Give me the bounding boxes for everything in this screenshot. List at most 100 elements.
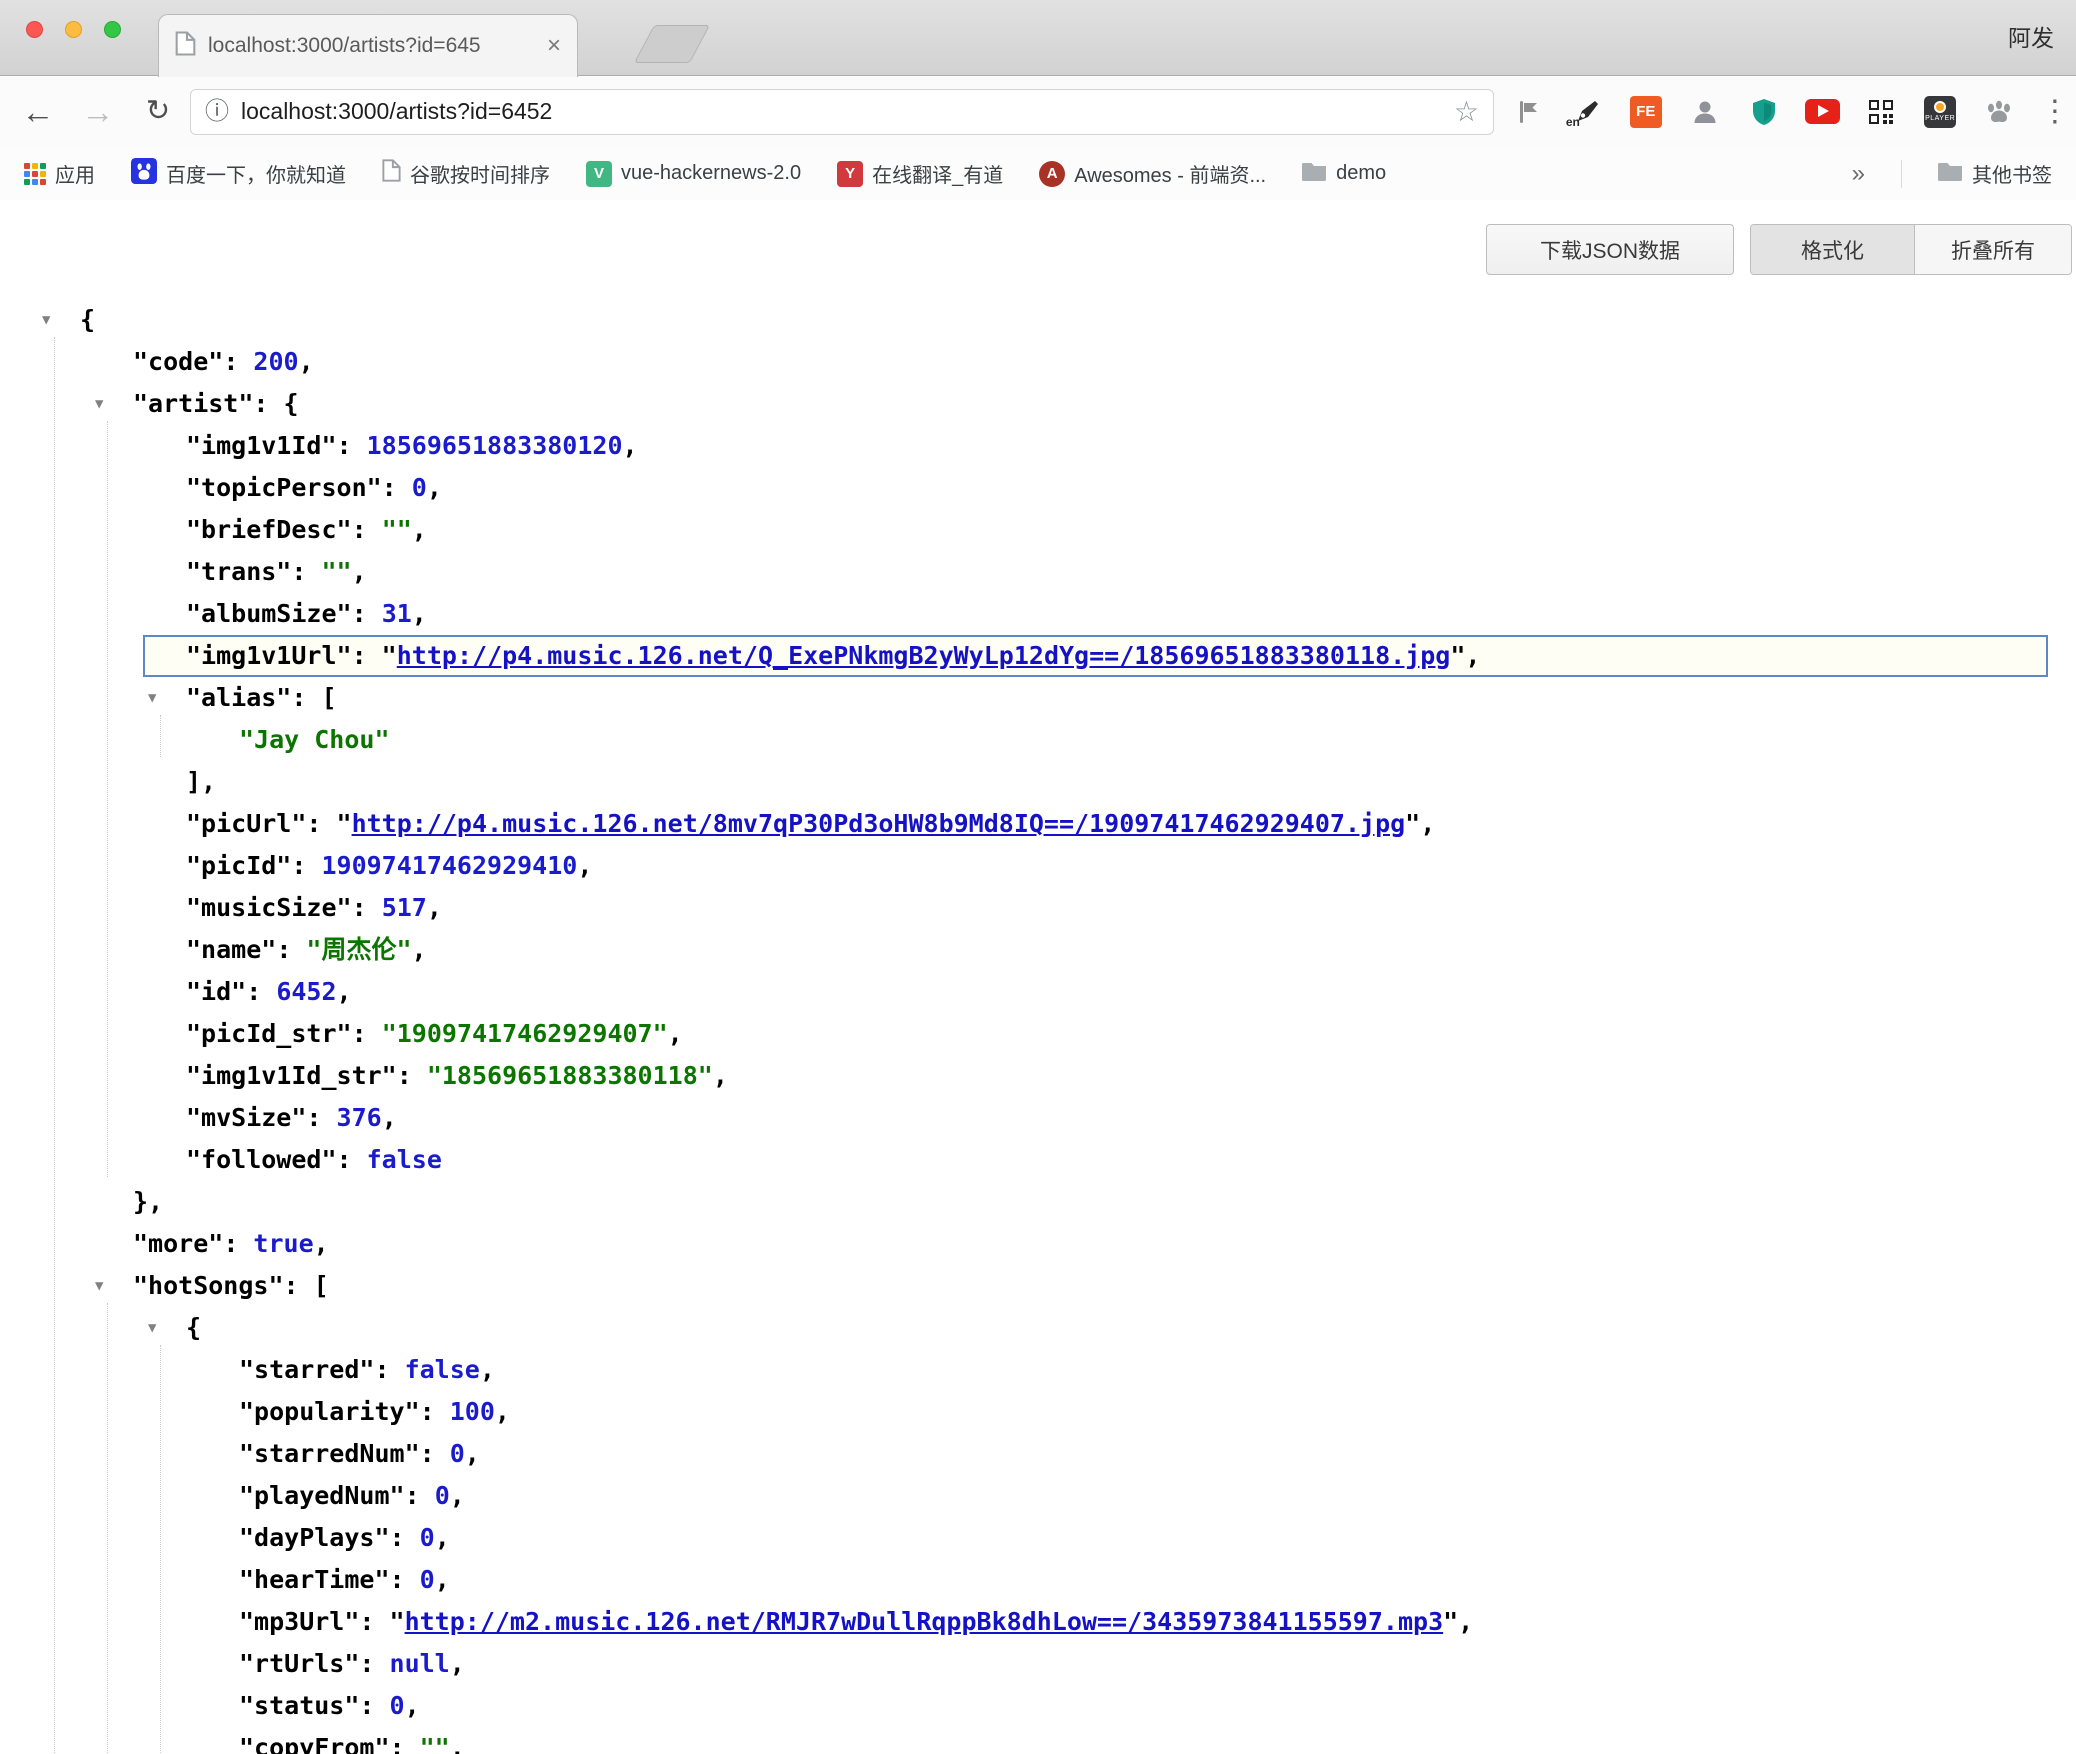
fe-extension-icon[interactable]: FE: [1628, 94, 1664, 130]
browser-tab[interactable]: localhost:3000/artists?id=645 ×: [158, 14, 578, 77]
json-token: :: [223, 1229, 253, 1258]
json-key: "hearTime": [239, 1565, 390, 1594]
json-token: 18569651883380120: [367, 431, 623, 460]
json-line: "trans": "",: [0, 551, 2076, 593]
window-zoom-button[interactable]: [104, 21, 121, 38]
json-key: "img1v1Id_str": [186, 1061, 397, 1090]
json-token: ,: [299, 347, 314, 376]
json-token: :: [291, 557, 321, 586]
json-key: "briefDesc": [186, 515, 352, 544]
bookmark-youdao-translate[interactable]: Y 在线翻译_有道: [837, 159, 1003, 188]
browser-toolbar: ← → ↻ ⓘ localhost:3000/artists?id=6452 ☆…: [0, 76, 2076, 147]
json-token: :: [420, 1397, 450, 1426]
reload-button[interactable]: ↻: [136, 97, 180, 126]
json-line: "status": 0,: [0, 1685, 2076, 1727]
json-token: :: [390, 1523, 420, 1552]
json-key: "topicPerson": [186, 473, 382, 502]
json-token: :: [352, 599, 382, 628]
json-key: "img1v1Id": [186, 431, 337, 460]
json-token: ,: [382, 1103, 397, 1132]
other-bookmarks-folder[interactable]: 其他书签: [1938, 159, 2052, 188]
json-line: "picUrl": "http://p4.music.126.net/8mv7q…: [0, 803, 2076, 845]
json-token: 0: [420, 1565, 435, 1594]
bookmarks-overflow-chevron[interactable]: »: [1852, 160, 1865, 188]
collapse-arrow-icon[interactable]: ▼: [95, 383, 103, 425]
shield-adblock-extension-icon[interactable]: [1746, 94, 1782, 130]
collapse-arrow-icon[interactable]: ▼: [148, 1307, 156, 1349]
json-line: "topicPerson": 0,: [0, 467, 2076, 509]
back-button[interactable]: ←: [16, 95, 60, 128]
json-token: :: [397, 1061, 427, 1090]
json-line: ▼"artist": {: [0, 383, 2076, 425]
page-info-icon[interactable]: ⓘ: [205, 100, 229, 124]
json-line: "rtUrls": null,: [0, 1643, 2076, 1685]
json-key: "copyFrom": [239, 1733, 390, 1754]
bookmark-google-sort[interactable]: 谷歌按时间排序: [382, 159, 550, 188]
music-player-extension-icon[interactable]: PLAYER: [1922, 94, 1958, 130]
browser-menu-icon[interactable]: ⋮: [2040, 97, 2066, 127]
collapse-arrow-icon[interactable]: ▼: [42, 299, 50, 341]
json-token: ",: [1450, 641, 1480, 670]
json-line: "code": 200,: [0, 341, 2076, 383]
json-token: :: [352, 1019, 382, 1048]
download-json-button[interactable]: 下载JSON数据: [1486, 224, 1734, 275]
json-line: "img1v1Id": 18569651883380120,: [0, 425, 2076, 467]
new-tab-button[interactable]: [634, 25, 710, 63]
json-token: 376: [337, 1103, 382, 1132]
bookmark-demo-folder[interactable]: demo: [1302, 161, 1386, 187]
json-key: "popularity": [239, 1397, 420, 1426]
folder-icon: [1938, 161, 1963, 187]
extension-icons: en FE PLAYER ⋮: [1510, 94, 2066, 130]
json-token: : [: [291, 683, 336, 712]
json-token: ,: [427, 893, 442, 922]
json-token: 200: [253, 347, 298, 376]
format-button[interactable]: 格式化: [1751, 225, 1914, 274]
json-token: "18569651883380118": [427, 1061, 713, 1090]
folder-icon: [1302, 161, 1327, 187]
window-close-button[interactable]: [26, 21, 43, 38]
json-token: "": [382, 515, 412, 544]
json-key: "musicSize": [186, 893, 352, 922]
url-text[interactable]: localhost:3000/artists?id=6452: [241, 98, 1442, 125]
paw-extension-icon[interactable]: [1981, 94, 2017, 130]
bookmark-star-icon[interactable]: ☆: [1454, 98, 1479, 126]
json-url-link[interactable]: http://p4.music.126.net/8mv7qP30Pd3oHW8b…: [352, 809, 1406, 838]
json-token: : ": [306, 809, 351, 838]
flag-extension-icon[interactable]: [1510, 94, 1546, 130]
json-url-link[interactable]: http://p4.music.126.net/Q_ExePNkmgB2yWyL…: [397, 641, 1451, 670]
collapse-all-button[interactable]: 折叠所有: [1914, 225, 2071, 274]
json-token: ],: [186, 767, 216, 796]
json-token: ,: [450, 1481, 465, 1510]
collapse-arrow-icon[interactable]: ▼: [95, 1265, 103, 1307]
json-token: ,: [314, 1229, 329, 1258]
bookmark-baidu[interactable]: 百度一下，你就知道: [131, 158, 346, 190]
json-viewer-page: 下载JSON数据 格式化 折叠所有 ▼{"code": 200,▼"artist…: [0, 200, 2076, 1754]
qr-code-extension-icon[interactable]: [1863, 94, 1899, 130]
json-line: "dayPlays": 0,: [0, 1517, 2076, 1559]
json-url-link[interactable]: http://m2.music.126.net/RMJR7wDullRqppBk…: [405, 1607, 1444, 1636]
json-key: "dayPlays": [239, 1523, 390, 1552]
json-token: ,: [352, 557, 367, 586]
window-minimize-button[interactable]: [65, 21, 82, 38]
json-token: :: [352, 893, 382, 922]
youtube-extension-icon[interactable]: [1804, 94, 1840, 130]
json-token: :: [291, 851, 321, 880]
collapse-arrow-icon[interactable]: ▼: [148, 677, 156, 719]
forward-button[interactable]: →: [76, 95, 120, 128]
json-line: "albumSize": 31,: [0, 593, 2076, 635]
json-token: :: [390, 1733, 420, 1754]
json-token: ,: [435, 1523, 450, 1552]
bookmark-vue-hackernews[interactable]: V vue-hackernews-2.0: [586, 161, 801, 187]
json-token: ,: [465, 1439, 480, 1468]
json-token: 31: [382, 599, 412, 628]
json-token: ,: [668, 1019, 683, 1048]
person-extension-icon[interactable]: [1687, 94, 1723, 130]
json-token: :: [420, 1439, 450, 1468]
address-bar-input[interactable]: ⓘ localhost:3000/artists?id=6452 ☆: [190, 89, 1494, 135]
tab-close-icon[interactable]: ×: [547, 34, 561, 58]
json-token: ,: [412, 935, 427, 964]
bookmark-awesomes[interactable]: A Awesomes - 前端资...: [1039, 159, 1266, 188]
json-token: "19097417462929407": [382, 1019, 668, 1048]
youdao-dict-pen-extension-icon[interactable]: en: [1569, 94, 1605, 130]
bookmark-apps[interactable]: 应用: [24, 159, 95, 188]
